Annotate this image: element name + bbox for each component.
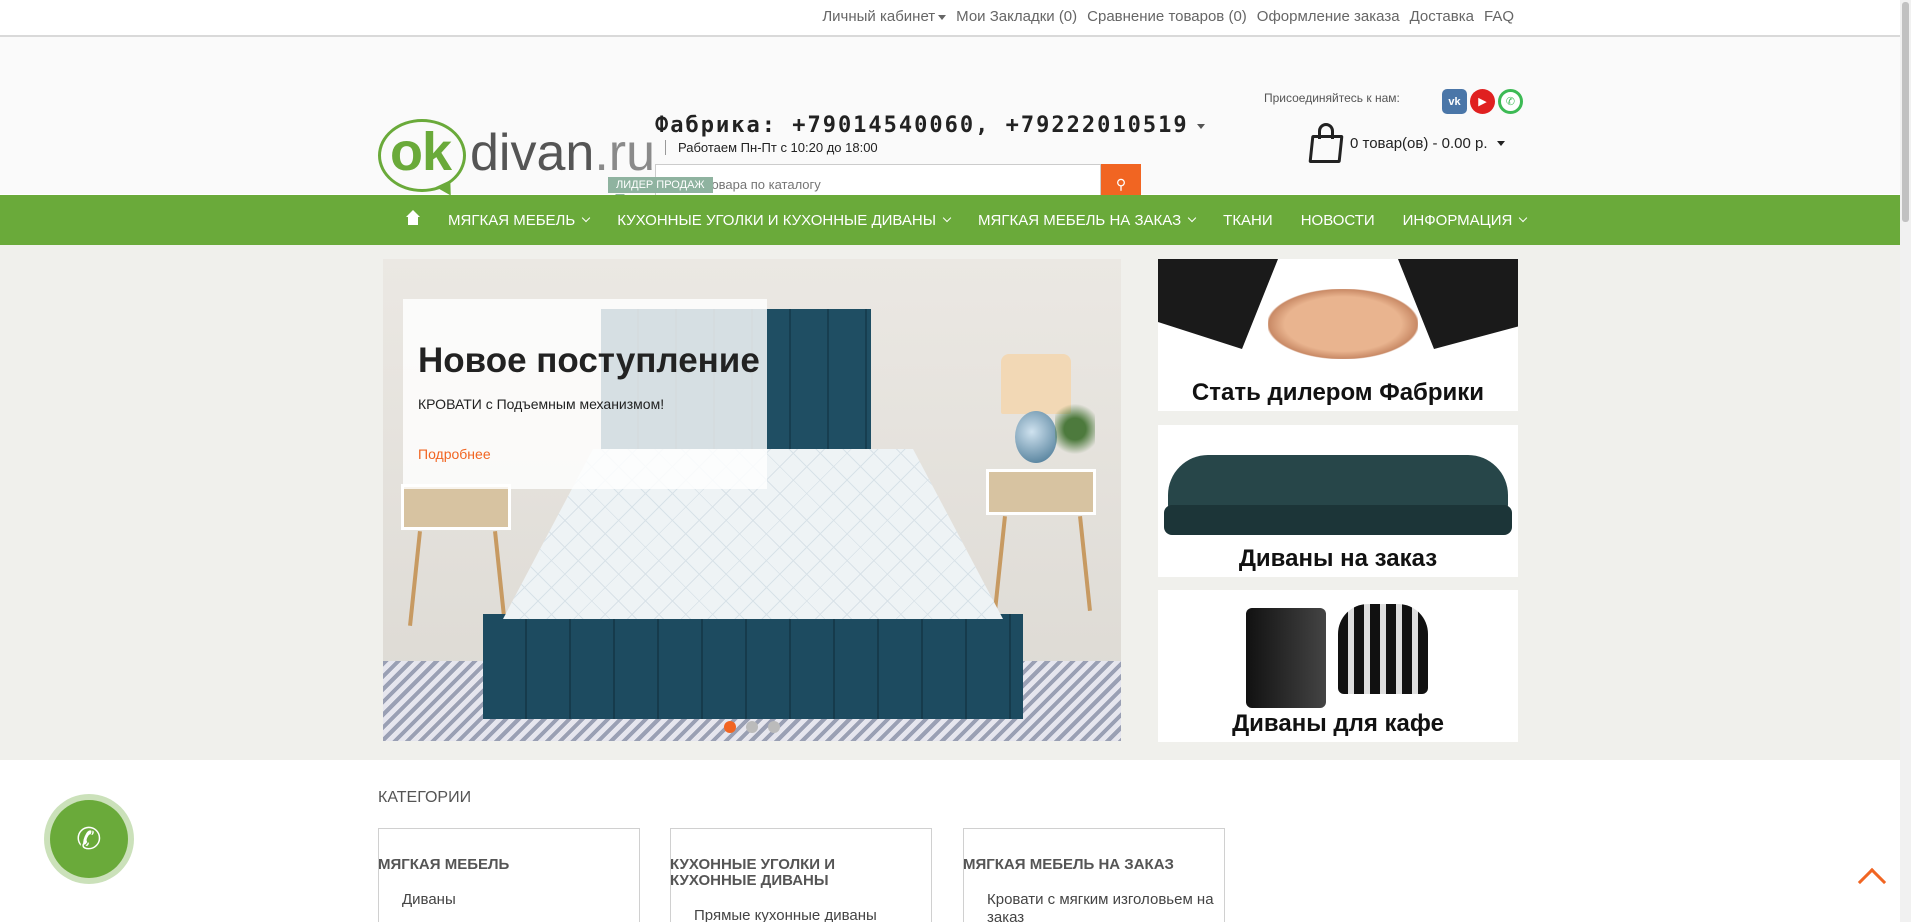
nav-kitchen-corners[interactable]: КУХОННЫЕ УГОЛКИ И КУХОННЫЕ ДИВАНЫ bbox=[603, 195, 964, 245]
bookmarks-link[interactable]: Мои Закладки (0) bbox=[956, 8, 1077, 25]
category-link[interactable]: Диваны bbox=[402, 891, 456, 909]
promo-custom-sofas[interactable]: Диваны на заказ bbox=[1158, 425, 1518, 577]
slider-dot[interactable] bbox=[768, 721, 780, 733]
logo-divan-text: divan.ru bbox=[470, 124, 655, 182]
chevron-down-icon bbox=[942, 213, 952, 223]
categories-title: КАТЕГОРИИ bbox=[378, 789, 472, 806]
category-heading[interactable]: КУХОННЫЕ УГОЛКИ И КУХОННЫЕ ДИВАНЫ bbox=[670, 857, 910, 889]
category-link[interactable]: Прямые кухонные диваны bbox=[694, 907, 877, 922]
search-icon: ⚲ bbox=[1115, 175, 1127, 192]
delivery-link[interactable]: Доставка bbox=[1410, 8, 1474, 25]
cart-button[interactable]: 0 товар(ов) - 0.00 р. bbox=[1308, 123, 1505, 163]
nav-items: МЯГКАЯ МЕБЕЛЬ КУХОННЫЕ УГОЛКИ И КУХОННЫЕ… bbox=[392, 195, 1540, 245]
join-us-label: Присоединяйтесь к нам: bbox=[1264, 91, 1400, 105]
category-column: МЯГКАЯ МЕБЕЛЬ НА ЗАКАЗ Кровати с мягким … bbox=[963, 828, 1225, 922]
nav-home[interactable] bbox=[392, 195, 434, 245]
slider-dot[interactable] bbox=[724, 721, 736, 733]
nav-custom-furniture[interactable]: МЯГКАЯ МЕБЕЛЬ НА ЗАКАЗ bbox=[964, 195, 1209, 245]
youtube-icon[interactable]: ▶ bbox=[1470, 89, 1495, 114]
working-hours: Работаем Пн-Пт с 10:20 до 18:00 bbox=[665, 140, 878, 155]
shopping-bag-icon bbox=[1308, 123, 1344, 163]
lamp-base bbox=[1015, 411, 1057, 463]
promo-label: Диваны для кафе bbox=[1232, 710, 1444, 737]
category-heading[interactable]: МЯГКАЯ МЕБЕЛЬ НА ЗАКАЗ bbox=[963, 857, 1174, 873]
sofa-seat bbox=[1164, 505, 1512, 535]
scrollbar-thumb[interactable] bbox=[1902, 2, 1909, 222]
header: ok divan.ru Фабрика: +79014540060, +7922… bbox=[0, 37, 1911, 204]
caret-down-icon bbox=[1196, 123, 1205, 129]
top-bar: Личный кабинет Мои Закладки (0) Сравнени… bbox=[0, 0, 1911, 37]
promo-label: Диваны на заказ bbox=[1238, 545, 1438, 572]
handshake-image bbox=[1268, 289, 1418, 359]
caret-down-icon bbox=[938, 14, 947, 20]
account-link[interactable]: Личный кабинет bbox=[822, 8, 947, 25]
whatsapp-icon[interactable]: ✆ bbox=[1498, 89, 1523, 114]
category-heading[interactable]: МЯГКАЯ МЕБЕЛЬ bbox=[378, 857, 509, 873]
site-logo[interactable]: ok divan.ru bbox=[378, 79, 655, 200]
category-link[interactable]: Кровати с мягким изголовьем на заказ bbox=[987, 891, 1217, 922]
plant bbox=[1055, 399, 1095, 459]
vk-icon[interactable]: vk bbox=[1442, 89, 1467, 114]
booth-black bbox=[1246, 608, 1326, 708]
compare-link[interactable]: Сравнение товаров (0) bbox=[1087, 8, 1247, 25]
home-icon bbox=[406, 210, 420, 226]
chevron-down-icon bbox=[1187, 213, 1197, 223]
social-links: vk ▶ ✆ bbox=[1442, 89, 1523, 114]
suit-left bbox=[1158, 259, 1278, 349]
callback-button[interactable]: ✆ bbox=[50, 800, 128, 878]
checkout-link[interactable]: Оформление заказа bbox=[1257, 8, 1400, 25]
nightstand-left bbox=[401, 484, 511, 530]
faq-link[interactable]: FAQ bbox=[1484, 8, 1514, 25]
slide-subtitle: КРОВАТИ с Подъемным механизмом! bbox=[418, 396, 665, 412]
logo-ok-text: ok bbox=[390, 122, 452, 182]
main-nav: МЯГКАЯ МЕБЕЛЬ КУХОННЫЕ УГОЛКИ И КУХОННЫЕ… bbox=[0, 195, 1900, 245]
promo-label: Стать дилером Фабрики bbox=[1191, 379, 1485, 406]
slide-more-link[interactable]: Подробнее bbox=[418, 446, 491, 462]
phone-icon: ✆ bbox=[76, 822, 102, 856]
top-links: Личный кабинет Мои Закладки (0) Сравнени… bbox=[822, 8, 1514, 25]
category-column: КУХОННЫЕ УГОЛКИ И КУХОННЫЕ ДИВАНЫ Прямые… bbox=[670, 828, 932, 922]
promo-cafe-sofas[interactable]: Диваны для кафе bbox=[1158, 590, 1518, 742]
bed-base bbox=[483, 614, 1023, 719]
bestseller-badge: ЛИДЕР ПРОДАЖ bbox=[608, 177, 713, 193]
nav-news[interactable]: НОВОСТИ bbox=[1287, 195, 1389, 245]
nav-fabrics[interactable]: ТКАНИ bbox=[1209, 195, 1287, 245]
scroll-to-top-icon[interactable] bbox=[1857, 867, 1887, 897]
category-column: МЯГКАЯ МЕБЕЛЬ Диваны bbox=[378, 828, 640, 922]
booth-striped bbox=[1338, 604, 1428, 694]
hero-slider[interactable]: Новое поступление КРОВАТИ с Подъемным ме… bbox=[383, 259, 1121, 741]
slide-title: Новое поступление bbox=[418, 341, 760, 380]
slider-dots bbox=[724, 721, 780, 733]
nav-information[interactable]: ИНФОРМАЦИЯ bbox=[1389, 195, 1541, 245]
factory-phone[interactable]: Фабрика: +79014540060, +79222010519 bbox=[655, 113, 1205, 138]
nav-soft-furniture[interactable]: МЯГКАЯ МЕБЕЛЬ bbox=[434, 195, 603, 245]
cart-summary: 0 товар(ов) - 0.00 р. bbox=[1350, 134, 1488, 152]
chevron-down-icon bbox=[581, 213, 591, 223]
caret-down-icon bbox=[1496, 140, 1505, 146]
promo-become-dealer[interactable]: Стать дилером Фабрики bbox=[1158, 259, 1518, 411]
slider-dot[interactable] bbox=[746, 721, 758, 733]
chevron-down-icon bbox=[1519, 213, 1528, 223]
nightstand-right bbox=[986, 469, 1096, 515]
